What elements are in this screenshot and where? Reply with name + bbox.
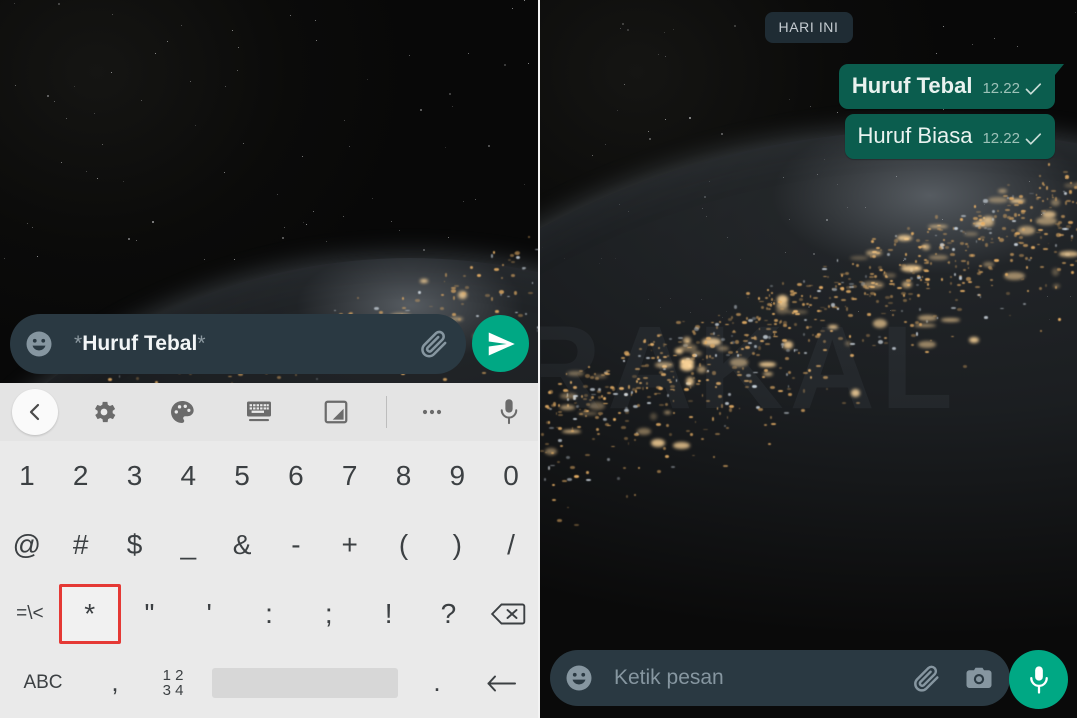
- key-4[interactable]: 4: [161, 441, 215, 510]
- keyboard-layout-button[interactable]: [244, 398, 274, 426]
- keyboard-theme-button[interactable]: [168, 398, 196, 426]
- keyboard-back-button[interactable]: [12, 389, 58, 435]
- message-meta: 12.22: [982, 130, 1042, 147]
- keyboard-rows: 1 2 3 4 5 6 7 8 9 0 @ # $ _ & - + () / …: [0, 441, 538, 718]
- voice-record-button[interactable]: [1009, 650, 1068, 709]
- composer-text[interactable]: *Huruf Tebal*: [74, 332, 418, 356]
- key-numeric-top: 1 2: [162, 666, 184, 684]
- left-panel: *Huruf Tebal* 1 2 3 4 5 6 7 8 9 0 @ # $ …: [0, 0, 538, 718]
- chat-input-bar[interactable]: Ketik pesan: [550, 650, 1010, 706]
- key-0[interactable]: 0: [484, 441, 538, 510]
- key-hyphen[interactable]: -: [269, 510, 323, 579]
- key-paren-open[interactable]: (: [377, 510, 431, 579]
- palette-icon: [171, 401, 194, 423]
- message-list: Huruf Tebal 12.22 Huruf Biasa 12.22: [838, 64, 1065, 159]
- screenshot-root: *Huruf Tebal* 1 2 3 4 5 6 7 8 9 0 @ # $ …: [0, 0, 1077, 718]
- smiley-icon[interactable]: [564, 663, 594, 693]
- key-6[interactable]: 6: [269, 441, 323, 510]
- composer-message-text: Huruf Tebal: [82, 332, 198, 355]
- toolbar-divider: [386, 396, 387, 428]
- key-paren-close[interactable]: ): [430, 510, 484, 579]
- composer-asterisk-open: *: [74, 332, 83, 355]
- key-numeric-bottom: 3 4: [162, 681, 184, 699]
- check-icon: [1025, 132, 1042, 145]
- microphone-icon: [500, 399, 518, 425]
- key-abc-layout[interactable]: ABC: [0, 648, 86, 717]
- message-bubble-outgoing[interactable]: Huruf Biasa 12.22: [844, 114, 1055, 159]
- smiley-icon[interactable]: [24, 329, 54, 359]
- key-9[interactable]: 9: [430, 441, 484, 510]
- key-underscore[interactable]: _: [161, 510, 215, 579]
- key-3[interactable]: 3: [108, 441, 162, 510]
- key-2[interactable]: 2: [54, 441, 108, 510]
- spacebar-surface: [212, 667, 398, 698]
- backspace-icon: [491, 603, 526, 624]
- resize-handle-icon: [324, 400, 348, 424]
- key-exclamation[interactable]: !: [359, 579, 419, 648]
- right-panel: BERAKAL HARI INI Huruf Tebal 12.22 Huruf…: [540, 0, 1077, 718]
- key-question[interactable]: ?: [418, 579, 478, 648]
- chat-messages-area: HARI INI Huruf Tebal 12.22 Huruf Biasa 1…: [540, 0, 1077, 718]
- message-timestamp: 12.22: [982, 80, 1020, 97]
- enter-icon: [487, 675, 516, 691]
- key-1[interactable]: 1: [0, 441, 54, 510]
- keyboard-icon: [247, 401, 271, 422]
- key-symbols-toggle[interactable]: =\<: [0, 579, 60, 648]
- message-timestamp: 12.22: [982, 130, 1020, 147]
- key-8[interactable]: 8: [377, 441, 431, 510]
- key-plus[interactable]: +: [323, 510, 377, 579]
- key-enter[interactable]: [466, 648, 538, 717]
- key-hash[interactable]: #: [54, 510, 108, 579]
- chevron-left-icon: [29, 403, 40, 421]
- key-ampersand[interactable]: &: [215, 510, 269, 579]
- message-composer[interactable]: *Huruf Tebal*: [10, 314, 466, 374]
- key-asterisk[interactable]: *: [60, 579, 120, 648]
- key-slash[interactable]: /: [484, 510, 538, 579]
- key-semicolon[interactable]: ;: [299, 579, 359, 648]
- key-spacebar[interactable]: [202, 648, 408, 717]
- ellipsis-icon: [422, 409, 442, 415]
- keyboard-row-symbols-1: @ # $ _ & - + ( ) /: [0, 510, 538, 579]
- message-text: Huruf Biasa: [857, 123, 973, 148]
- message-text: Huruf Tebal: [851, 73, 973, 98]
- message-bubble-outgoing[interactable]: Huruf Tebal 12.22: [838, 64, 1065, 109]
- keyboard-settings-button[interactable]: [90, 398, 118, 426]
- key-7[interactable]: 7: [323, 441, 377, 510]
- key-quote-double[interactable]: ": [120, 579, 180, 648]
- keyboard-toolbar: [0, 383, 538, 441]
- keyboard-resize-button[interactable]: [322, 398, 350, 426]
- key-backspace[interactable]: [478, 579, 538, 648]
- key-dollar[interactable]: $: [108, 510, 162, 579]
- keyboard-row-symbols-2: =\< * " ' : ; ! ?: [0, 579, 538, 648]
- composer-asterisk-close: *: [197, 332, 206, 355]
- keyboard-row-bottom: ABC , 1 2 3 4 .: [0, 648, 538, 717]
- key-at[interactable]: @: [0, 510, 54, 579]
- check-icon: [1025, 82, 1042, 95]
- message-input[interactable]: Ketik pesan: [614, 666, 911, 690]
- key-comma[interactable]: ,: [86, 648, 144, 717]
- microphone-icon: [1029, 665, 1048, 694]
- send-icon: [488, 332, 515, 355]
- key-5[interactable]: 5: [215, 441, 269, 510]
- gear-icon: [95, 401, 116, 423]
- key-quote-single[interactable]: ': [179, 579, 239, 648]
- keyboard-row-digits: 1 2 3 4 5 6 7 8 9 0: [0, 441, 538, 510]
- key-period[interactable]: .: [408, 648, 466, 717]
- key-numeric-layout[interactable]: 1 2 3 4: [144, 648, 202, 717]
- paperclip-icon[interactable]: [911, 663, 942, 694]
- message-meta: 12.22: [982, 80, 1042, 97]
- send-button[interactable]: [472, 315, 529, 372]
- date-divider: HARI INI: [764, 12, 853, 43]
- on-screen-keyboard[interactable]: 1 2 3 4 5 6 7 8 9 0 @ # $ _ & - + () / …: [0, 383, 538, 718]
- paperclip-icon[interactable]: [418, 328, 450, 360]
- camera-icon[interactable]: [964, 663, 994, 693]
- key-colon[interactable]: :: [239, 579, 299, 648]
- keyboard-more-button[interactable]: [418, 398, 446, 426]
- keyboard-voice-button[interactable]: [496, 396, 522, 428]
